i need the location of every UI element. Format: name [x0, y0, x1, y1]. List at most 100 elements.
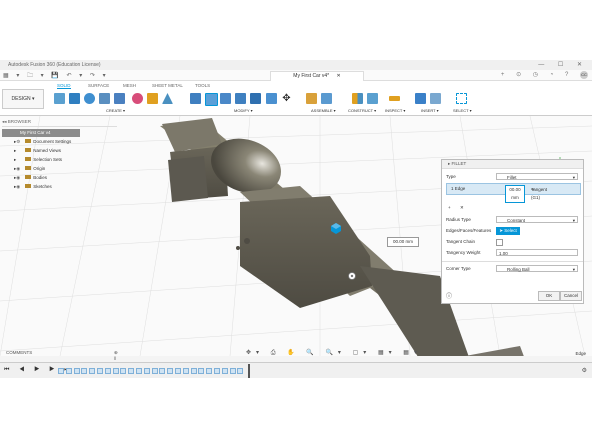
- close-tab-icon[interactable]: ✕: [337, 73, 341, 79]
- remove-icon[interactable]: ✕: [460, 204, 464, 212]
- pivot-point-2: [236, 246, 240, 250]
- tab-sheet-metal[interactable]: SHEET METAL: [152, 83, 183, 88]
- new-component-icon[interactable]: [147, 93, 158, 104]
- joint-icon[interactable]: [321, 93, 332, 104]
- cancel-button[interactable]: Cancel: [560, 291, 582, 301]
- timeline-feature[interactable]: [237, 368, 244, 374]
- visibility-eye-icon[interactable]: ◉: [16, 182, 21, 191]
- browser-item-sketches[interactable]: ▸◉ Sketches: [2, 182, 117, 191]
- visibility-eye-icon[interactable]: ◉: [16, 164, 21, 173]
- tab-surface[interactable]: SURFACE: [88, 83, 109, 88]
- timeline-feature[interactable]: [190, 368, 197, 374]
- browser-header[interactable]: ◂◂ BROWSER: [2, 118, 117, 127]
- avatar[interactable]: CC: [580, 71, 588, 79]
- timeline-feature[interactable]: [128, 368, 135, 374]
- timeline-feature[interactable]: [229, 368, 236, 374]
- group-inspect[interactable]: INSPECT ▾: [385, 108, 405, 113]
- timeline-feature[interactable]: [112, 368, 119, 374]
- tab-mesh[interactable]: MESH: [123, 83, 136, 88]
- create-sketch-icon[interactable]: [54, 93, 65, 104]
- select-edges-button[interactable]: ➤ Select: [496, 227, 520, 235]
- ok-button[interactable]: OK: [538, 291, 560, 301]
- timeline-feature[interactable]: [104, 368, 111, 374]
- timeline-feature[interactable]: [73, 368, 80, 374]
- info-icon[interactable]: ⓘ: [446, 291, 452, 300]
- timeline-feature[interactable]: [81, 368, 88, 374]
- sweep-icon[interactable]: [99, 93, 110, 104]
- add-comment-icon[interactable]: ⊕ ‖: [114, 350, 118, 361]
- timeline-feature[interactable]: [143, 368, 150, 374]
- combine-icon[interactable]: [250, 93, 261, 104]
- visibility-eye-icon[interactable]: ◉: [16, 173, 21, 182]
- tangent-chain-checkbox[interactable]: [496, 239, 503, 246]
- timeline-feature[interactable]: [159, 368, 166, 374]
- offset-plane-icon[interactable]: [352, 93, 363, 104]
- group-create[interactable]: CREATE ▾: [106, 108, 125, 113]
- timeline-feature[interactable]: [167, 368, 174, 374]
- measure-icon[interactable]: [389, 96, 400, 101]
- browser-item-named-views[interactable]: ▸ Named Views: [2, 146, 117, 155]
- timeline-feature[interactable]: [65, 368, 72, 374]
- timeline-feature[interactable]: [151, 368, 158, 374]
- browser-item-document-settings[interactable]: ▸⚙ Document Settings: [2, 137, 117, 146]
- timeline-feature[interactable]: [97, 368, 103, 374]
- revolve-icon[interactable]: [84, 93, 95, 104]
- group-construct[interactable]: CONSTRUCT ▾: [348, 108, 376, 113]
- axis-icon[interactable]: [367, 93, 378, 104]
- timeline-feature[interactable]: [120, 368, 127, 374]
- quick-access-toolbar[interactable]: ▦ ▾ 🗀 ▾ 💾 ↶ ▾ ↷ ▾: [3, 71, 109, 81]
- expand-caret-icon[interactable]: ▸: [14, 157, 16, 162]
- chamfer-icon[interactable]: [220, 93, 231, 104]
- document-tab[interactable]: My First Car v4* ✕: [270, 71, 364, 81]
- timeline-feature[interactable]: [198, 368, 205, 374]
- timeline-feature[interactable]: [182, 368, 189, 374]
- group-assemble[interactable]: ASSEMBLE ▾: [311, 108, 336, 113]
- browser-item-selection-sets[interactable]: ▸ Selection Sets: [2, 155, 117, 164]
- corner-type-select[interactable]: Rolling Ball ▾: [496, 265, 578, 272]
- scale-icon[interactable]: [266, 93, 277, 104]
- workspace-switcher[interactable]: DESIGN ▾: [2, 89, 44, 109]
- loft-icon[interactable]: [114, 93, 125, 104]
- edge-selection-row[interactable]: 1 Edge 00.00 mm ⤳ Tangent (G1): [446, 183, 581, 203]
- insert-image-icon[interactable]: [415, 93, 426, 104]
- timeline-feature[interactable]: [221, 368, 228, 374]
- pyramid-icon[interactable]: [162, 93, 173, 104]
- dimension-input[interactable]: 00.00 mm: [387, 237, 419, 247]
- navigation-bar[interactable]: ✥▾ ⎙ ✋ 🔍 🔍▾ ▢▾ ▦▾ ▦▾: [246, 349, 422, 357]
- move-icon[interactable]: ✥: [281, 93, 292, 104]
- window-controls[interactable]: — ☐ ✕: [538, 61, 588, 68]
- extrude-icon[interactable]: [69, 93, 80, 104]
- press-pull-icon[interactable]: [190, 93, 201, 104]
- comments-panel[interactable]: COMMENTS ⊕ ‖: [6, 350, 118, 361]
- fillet-icon[interactable]: [205, 93, 218, 106]
- type-select[interactable]: Fillet ▾: [496, 173, 578, 180]
- new-component-assemble-icon[interactable]: [306, 93, 317, 104]
- tab-solid[interactable]: SOLID: [57, 83, 71, 89]
- shell-icon[interactable]: [235, 93, 246, 104]
- browser-root-component[interactable]: My First Car v4: [2, 129, 80, 137]
- select-icon[interactable]: [456, 93, 467, 104]
- group-insert[interactable]: INSERT ▾: [421, 108, 439, 113]
- group-modify[interactable]: MODIFY ▾: [234, 108, 253, 113]
- timeline-feature[interactable]: [58, 368, 64, 374]
- browser-item-origin[interactable]: ▸◉ Origin: [2, 164, 117, 173]
- form-icon[interactable]: [132, 93, 143, 104]
- timeline-settings-gear-icon[interactable]: ⚙: [582, 367, 587, 374]
- fillet-dialog-header[interactable]: ▸ FILLET: [442, 160, 583, 169]
- browser-item-bodies[interactable]: ▸◉ Bodies: [2, 173, 117, 182]
- expand-caret-icon[interactable]: ▸: [14, 148, 16, 153]
- group-select[interactable]: SELECT ▾: [453, 108, 472, 113]
- tab-tools[interactable]: TOOLS: [195, 83, 210, 88]
- add-icon[interactable]: +: [448, 204, 451, 212]
- radius-type-select[interactable]: Constant ▾: [496, 216, 578, 223]
- fillet-radius-input[interactable]: 00.00 mm: [505, 185, 525, 203]
- timeline-feature[interactable]: [89, 368, 96, 374]
- tangency-weight-input[interactable]: 1.00: [496, 249, 578, 256]
- timeline-marker[interactable]: [248, 364, 250, 378]
- timeline-feature[interactable]: [175, 368, 181, 374]
- insert-derive-icon[interactable]: [430, 93, 441, 104]
- timeline-feature[interactable]: [214, 368, 220, 374]
- timeline-feature[interactable]: [136, 368, 142, 374]
- timeline-feature[interactable]: [206, 368, 213, 374]
- header-icon-set[interactable]: + ⊙ ◷ ◔ ?: [501, 72, 573, 78]
